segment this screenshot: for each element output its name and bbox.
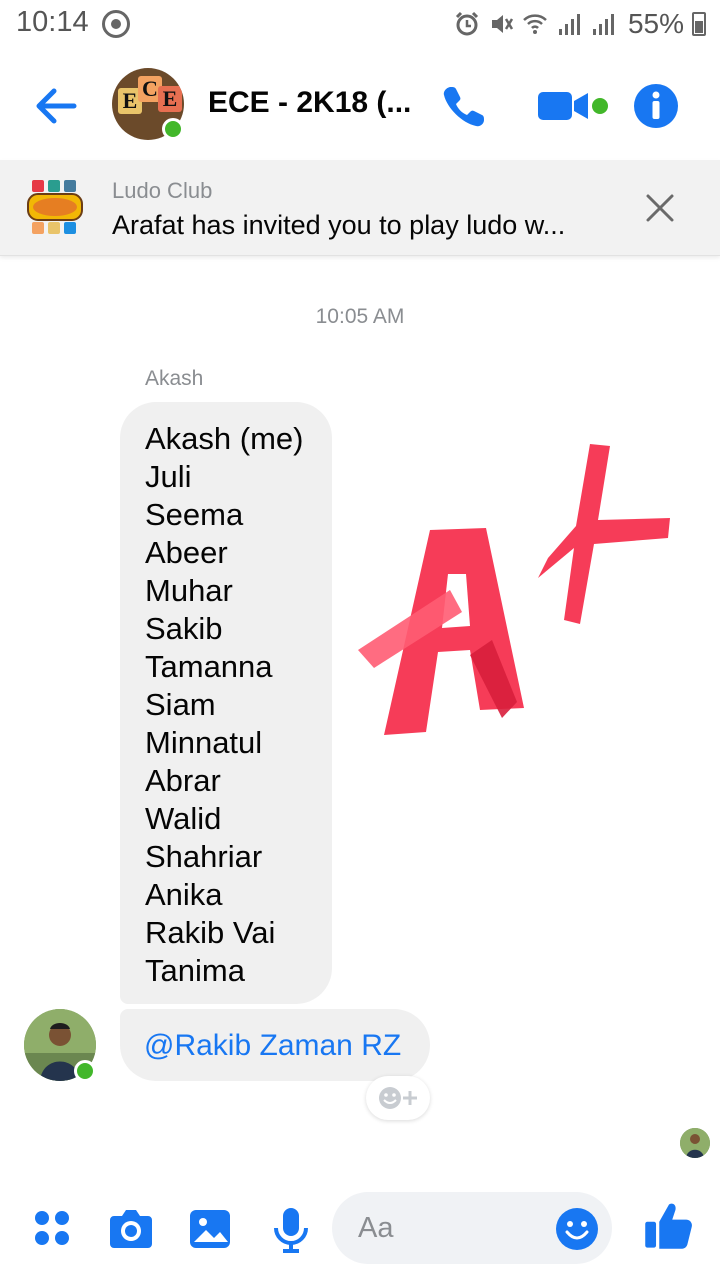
avatar-tile: E: [158, 86, 182, 112]
message-line: Shahriar: [145, 839, 263, 874]
game-invite-banner[interactable]: Ludo Club Arafat has invited you to play…: [0, 160, 720, 256]
message-line: Tamanna: [145, 649, 273, 684]
chat-header: E C E ECE - 2K18 (...: [0, 56, 720, 156]
a-plus-sticker: [358, 444, 670, 735]
message-line: Muhar: [145, 573, 233, 608]
gallery-icon[interactable]: [186, 1204, 236, 1254]
message-line: Tanima: [145, 953, 245, 988]
chat-title[interactable]: ECE - 2K18 (...: [208, 86, 411, 120]
status-bar: 10:14 55%: [0, 0, 720, 50]
message-line: Anika: [145, 877, 223, 912]
add-reaction-icon: [379, 1087, 417, 1109]
thumbs-up-icon[interactable]: [642, 1198, 696, 1252]
video-camera-icon: [538, 92, 608, 120]
apps-grid-icon[interactable]: [28, 1204, 78, 1254]
message-line: Abrar: [145, 763, 221, 798]
video-call-button[interactable]: [534, 78, 614, 134]
message-line: Abeer: [145, 535, 228, 570]
alarm-icon: [455, 11, 479, 36]
message-input[interactable]: Aa: [332, 1192, 612, 1264]
call-button[interactable]: [436, 78, 492, 134]
close-icon[interactable]: [640, 188, 680, 228]
mention-link[interactable]: @Rakib Zaman RZ: [144, 1029, 401, 1062]
microphone-icon[interactable]: [266, 1204, 316, 1254]
battery-percent: 55%: [627, 8, 684, 39]
status-icons: 55%: [454, 8, 684, 40]
input-placeholder: Aa: [358, 1212, 394, 1244]
sender-name: Akash: [145, 367, 204, 390]
message-line: Rakib Vai: [145, 915, 276, 950]
mute-icon: [491, 15, 514, 33]
data-saver-icon: [102, 10, 130, 38]
info-button[interactable]: [628, 78, 684, 134]
message-bubble[interactable]: Akash (me) Juli Seema Abeer Muhar Sakib …: [120, 402, 332, 1004]
ludo-club-logo: [27, 180, 83, 234]
online-indicator: [74, 1060, 96, 1082]
wifi-icon: [523, 14, 547, 34]
message-line: Akash (me): [145, 421, 304, 456]
banner-text: Arafat has invited you to play ludo w...: [112, 210, 566, 240]
phone-icon: [443, 87, 484, 127]
mention-bubble[interactable]: @Rakib Zaman RZ: [120, 1009, 430, 1081]
message-line: Seema: [145, 497, 244, 532]
message-timestamp: 10:05 AM: [315, 305, 405, 328]
add-reaction-button[interactable]: [366, 1076, 430, 1120]
info-icon: [634, 84, 678, 128]
back-arrow-icon[interactable]: [30, 80, 82, 132]
seen-receipt-avatar: [680, 1128, 710, 1158]
message-line: Juli: [145, 459, 192, 494]
banner-title: Ludo Club: [112, 178, 213, 203]
message-composer: Aa: [0, 1190, 720, 1280]
emoji-icon[interactable]: [554, 1206, 600, 1252]
message-line: Minnatul: [145, 725, 263, 760]
battery-icon: [692, 12, 706, 36]
message-line: Sakib: [145, 611, 223, 646]
status-time: 10:14: [16, 6, 89, 38]
signal-icon: [558, 14, 580, 35]
message-line: Siam: [145, 687, 216, 722]
message-line: Walid: [145, 801, 222, 836]
signal-icon: [592, 14, 614, 35]
camera-icon[interactable]: [106, 1204, 156, 1254]
online-indicator: [162, 118, 184, 140]
